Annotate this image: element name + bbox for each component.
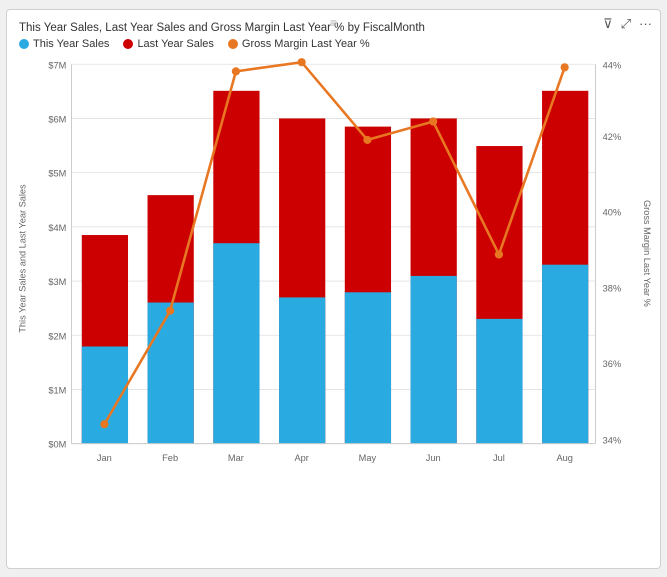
svg-text:This Year Sales and Last Year: This Year Sales and Last Year Sales — [17, 184, 27, 333]
svg-text:Mar: Mar — [228, 453, 244, 463]
legend-item-this-year: This Year Sales — [19, 38, 109, 50]
legend-dot-last-year — [123, 39, 133, 49]
gm-dot-apr — [298, 58, 306, 66]
gm-dot-may — [363, 135, 371, 143]
legend-label-last-year: Last Year Sales — [137, 38, 213, 50]
gm-dot-feb — [166, 306, 174, 314]
svg-text:Gross Margin Last Year %: Gross Margin Last Year % — [642, 200, 652, 307]
legend-item-gross-margin: Gross Margin Last Year % — [228, 38, 370, 50]
filter-icon[interactable]: ⊽ — [603, 16, 613, 32]
legend-label-gross-margin: Gross Margin Last Year % — [242, 38, 370, 50]
legend-item-last-year: Last Year Sales — [123, 38, 213, 50]
gm-dot-jan — [100, 420, 108, 428]
svg-text:May: May — [359, 453, 377, 463]
svg-text:Jan: Jan — [97, 453, 112, 463]
svg-text:$4M: $4M — [48, 222, 66, 232]
bar-this-year-jun — [411, 275, 457, 443]
bar-this-year-jul — [476, 318, 522, 443]
svg-text:Apr: Apr — [294, 453, 308, 463]
bar-this-year-apr — [279, 297, 325, 443]
drag-handle: ≡ — [330, 16, 337, 30]
legend: This Year Sales Last Year Sales Gross Ma… — [15, 38, 652, 50]
svg-text:44%: 44% — [603, 60, 621, 70]
svg-text:Jul: Jul — [493, 453, 505, 463]
bar-this-year-may — [345, 292, 391, 443]
chart-svg: This Year Sales and Last Year Sales Gros… — [15, 54, 652, 504]
legend-label-this-year: This Year Sales — [33, 38, 109, 50]
svg-text:$1M: $1M — [48, 385, 66, 395]
chart-area: This Year Sales and Last Year Sales Gros… — [15, 54, 652, 504]
top-icons: ⊽ ⤢ ··· — [603, 16, 652, 32]
gm-dot-aug — [561, 63, 569, 71]
svg-text:40%: 40% — [603, 207, 621, 217]
expand-icon[interactable]: ⤢ — [621, 16, 631, 32]
svg-text:38%: 38% — [603, 283, 621, 293]
gm-dot-jun — [429, 117, 437, 125]
svg-text:$7M: $7M — [48, 60, 66, 70]
svg-text:36%: 36% — [603, 358, 621, 368]
svg-text:Jun: Jun — [426, 453, 441, 463]
svg-text:$3M: $3M — [48, 277, 66, 287]
svg-text:34%: 34% — [603, 435, 621, 445]
gm-dot-mar — [232, 67, 240, 75]
svg-text:Aug: Aug — [556, 453, 572, 463]
svg-text:$5M: $5M — [48, 168, 66, 178]
svg-text:42%: 42% — [603, 131, 621, 141]
more-icon[interactable]: ··· — [639, 16, 652, 31]
svg-text:$0M: $0M — [48, 439, 66, 449]
chart-card: ≡ ⊽ ⤢ ··· This Year Sales, Last Year Sal… — [6, 9, 661, 569]
svg-text:$2M: $2M — [48, 331, 66, 341]
gm-dot-jul — [495, 250, 503, 258]
legend-dot-gross-margin — [228, 39, 238, 49]
bar-this-year-feb — [148, 302, 194, 443]
svg-text:$6M: $6M — [48, 114, 66, 124]
svg-text:Feb: Feb — [162, 453, 178, 463]
bar-this-year-mar — [213, 243, 259, 443]
bar-this-year-aug — [542, 264, 588, 443]
legend-dot-this-year — [19, 39, 29, 49]
